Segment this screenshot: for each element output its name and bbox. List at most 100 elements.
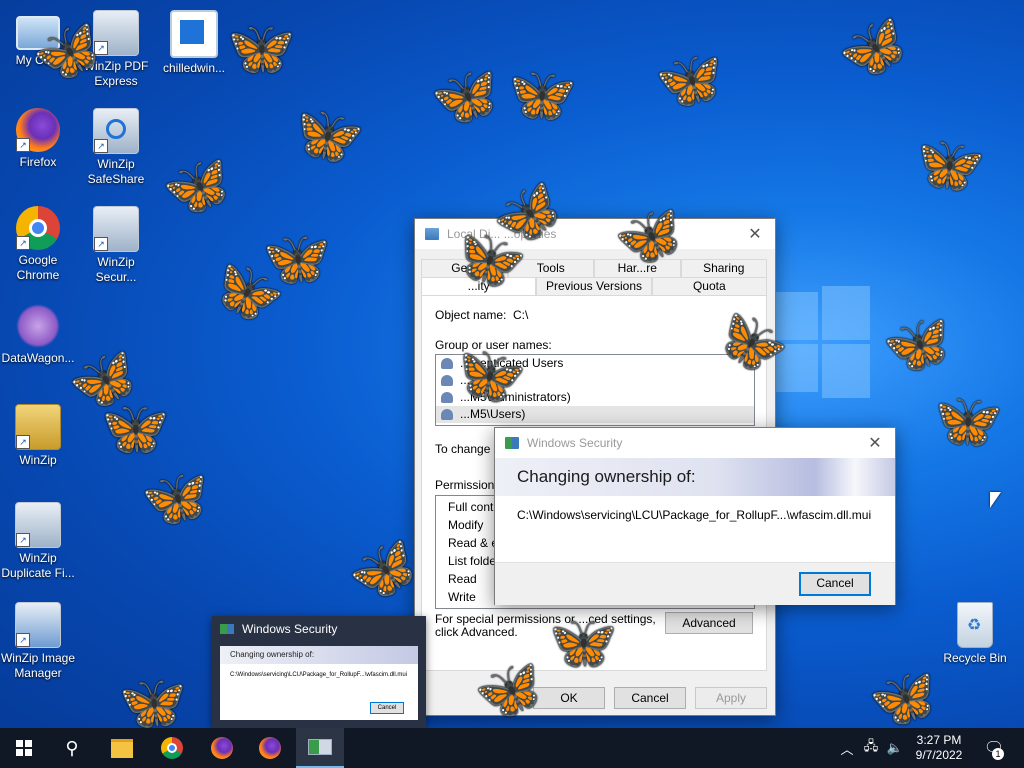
taskbar-windows-security[interactable]	[296, 728, 344, 768]
show-hidden-icons-button[interactable]: ︿	[838, 728, 856, 768]
desktop-icon-winzip-duplicate-finder[interactable]: ↗ WinZip Duplicate Fi...	[0, 502, 78, 581]
windows-security-dialog: Windows Security ✕ Changing ownership of…	[494, 427, 896, 605]
chrome-icon: ↗	[16, 206, 60, 250]
desktop-icon-recycle-bin[interactable]: ♻ Recycle Bin	[935, 602, 1015, 666]
thumbnail-title-row: Windows Security	[220, 622, 337, 636]
notification-count: 1	[992, 748, 1004, 760]
properties-titlebar[interactable]: Local Di... ...operties ✕	[415, 219, 775, 249]
volume-button[interactable]: 🔈	[884, 728, 906, 768]
special-permissions-text: For special permissions or ...ced settin…	[435, 612, 656, 639]
winzip-pdf-icon: ↗	[93, 10, 139, 56]
winzip-image-manager-icon: ↗	[15, 602, 61, 648]
cancel-button[interactable]: Cancel	[614, 687, 686, 709]
object-name-value: C:\	[513, 308, 529, 322]
list-item[interactable]: ...M5\Users)	[436, 406, 754, 423]
butterfly-decoration: 🦋	[282, 93, 369, 177]
butterfly-decoration: 🦋	[499, 57, 580, 133]
taskbar-file-explorer[interactable]	[98, 728, 146, 768]
firefox-icon: ↗	[16, 108, 60, 152]
taskbar: ⚲ ︿ 🖧 🔈 3:27 PM 9/7/2022 🗨 1	[0, 728, 1024, 768]
thumbnail-cancel-button: Cancel	[370, 702, 404, 714]
tabs-row-2: ...ity Previous Versions Quota	[421, 277, 767, 296]
tab-sharing[interactable]: Sharing	[680, 259, 767, 278]
desktop-icon-my-computer[interactable]: My Co...	[0, 10, 78, 68]
desktop-icon-winzip-safeshare[interactable]: ↗ WinZip SafeShare	[76, 108, 156, 187]
butterfly-decoration: 🦋	[340, 529, 427, 613]
tab-previous-versions[interactable]: Previous Versions	[536, 277, 652, 296]
winzip-icon: ↗	[15, 404, 61, 450]
firefox-icon	[259, 737, 281, 759]
close-icon[interactable]: ✕	[855, 433, 895, 453]
butterfly-decoration: 🦋	[865, 663, 942, 735]
desktop-icon-winzip-secure[interactable]: ↗ WinZip Secur...	[76, 206, 156, 285]
tab-security[interactable]: ...ity	[421, 277, 537, 296]
network-icon: 🖧	[863, 738, 879, 753]
desktop-icon-winzip[interactable]: ↗ WinZip	[0, 404, 78, 468]
tab-general[interactable]: Ge...	[421, 259, 508, 278]
security-shield-icon	[220, 624, 234, 634]
cancel-button[interactable]: Cancel	[799, 572, 871, 596]
clock-time: 3:27 PM	[916, 733, 962, 747]
security-header: Changing ownership of:	[495, 458, 895, 496]
shortcut-arrow-icon: ↗	[16, 138, 30, 152]
desktop-icon-datawagon[interactable]: DataWagon...	[0, 304, 78, 366]
tab-tools[interactable]: Tools	[507, 259, 594, 278]
taskbar-thumbnail-preview[interactable]: Windows Security Changing ownership of: …	[212, 616, 426, 728]
tab-hardware[interactable]: Har...re	[594, 259, 681, 278]
taskbar-firefox-2[interactable]	[246, 728, 294, 768]
desktop-icon-winzip-image-manager[interactable]: ↗ WinZip Image Manager	[0, 602, 78, 681]
properties-title: Local Di... ...operties	[447, 227, 557, 241]
shortcut-arrow-icon: ↗	[16, 236, 30, 250]
windows-logo-wallpaper	[770, 286, 870, 398]
list-item[interactable]: ...STEM	[436, 372, 754, 389]
close-icon[interactable]: ✕	[735, 224, 775, 244]
shortcut-arrow-icon: ↗	[94, 237, 108, 251]
list-item[interactable]: ...thenticated Users	[436, 355, 754, 372]
user-group-icon	[441, 392, 453, 403]
shortcut-arrow-icon: ↗	[16, 435, 30, 449]
mouse-cursor	[990, 492, 1001, 508]
butterfly-decoration: 🦋	[905, 125, 990, 205]
shortcut-arrow-icon: ↗	[16, 633, 30, 647]
list-item[interactable]: ...M5\Administrators)	[436, 389, 754, 406]
clock-date: 9/7/2022	[915, 748, 963, 762]
security-shield-icon	[308, 739, 332, 755]
computer-icon	[16, 16, 60, 50]
user-group-icon	[441, 375, 453, 386]
butterfly-decoration: 🦋	[157, 149, 238, 225]
butterfly-decoration: 🦋	[200, 246, 291, 336]
butterfly-decoration: 🦋	[653, 48, 726, 114]
chrome-icon	[161, 737, 183, 759]
ownership-path: C:\Windows\servicing\LCU\Package_for_Rol…	[517, 508, 872, 522]
search-button[interactable]: ⚲	[48, 728, 96, 768]
network-button[interactable]: 🖧	[860, 728, 882, 768]
tabs-row-1: Ge... Tools Har...re Sharing	[421, 259, 767, 278]
butterfly-decoration: 🦋	[115, 670, 188, 736]
desktop-icon-firefox[interactable]: ↗ Firefox	[0, 108, 78, 170]
taskbar-chrome[interactable]	[148, 728, 196, 768]
security-titlebar[interactable]: Windows Security ✕	[495, 428, 895, 458]
butterfly-decoration: 🦋	[427, 61, 504, 133]
security-title: Windows Security	[527, 436, 623, 450]
start-button[interactable]	[0, 728, 48, 768]
desktop-icon-winzip-pdf-express[interactable]: ↗ WinZip PDF Express	[76, 10, 156, 89]
desktop-icon-google-chrome[interactable]: ↗ Google Chrome	[0, 206, 78, 283]
action-center-button[interactable]: 🗨 1	[980, 728, 1008, 768]
winzip-safeshare-icon: ↗	[93, 108, 139, 154]
advanced-button[interactable]: Advanced	[665, 612, 753, 634]
taskbar-firefox[interactable]	[198, 728, 246, 768]
tab-quota[interactable]: Quota	[651, 277, 767, 296]
ok-button[interactable]: OK	[533, 687, 605, 709]
shortcut-arrow-icon: ↗	[94, 41, 108, 55]
desktop-icon-chilledwin[interactable]: chilledwin...	[154, 10, 234, 76]
speaker-icon: 🔈	[886, 740, 904, 755]
object-name-label: Object name:	[435, 308, 507, 322]
shortcut-arrow-icon: ↗	[94, 139, 108, 153]
security-shield-icon	[505, 437, 519, 449]
user-group-icon	[441, 409, 453, 420]
clock[interactable]: 3:27 PM 9/7/2022	[908, 728, 970, 768]
chevron-up-icon: ︿	[840, 741, 854, 757]
apply-button[interactable]: Apply	[695, 687, 767, 709]
shortcut-arrow-icon: ↗	[16, 533, 30, 547]
butterfly-decoration: 🦋	[259, 226, 332, 292]
